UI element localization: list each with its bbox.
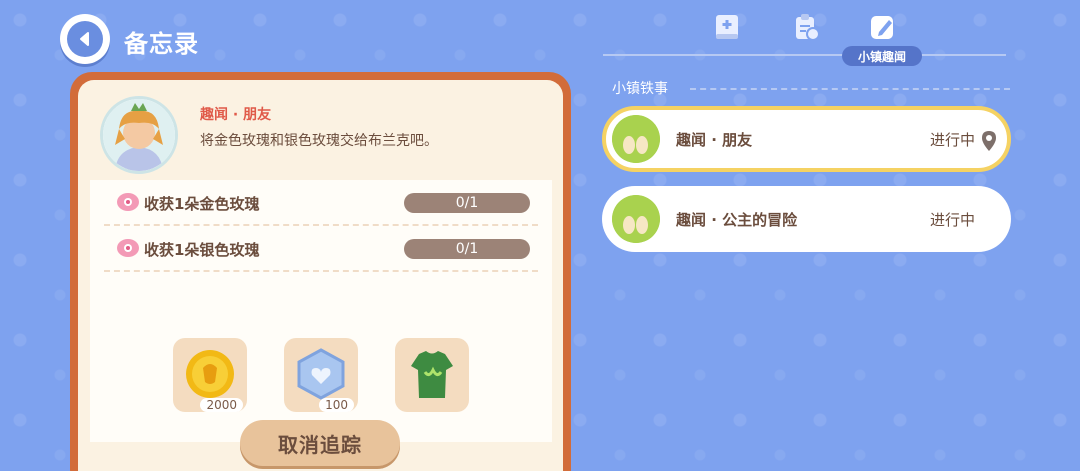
section-divider xyxy=(690,88,1010,90)
objective-label: 收获1朵银色玫瑰 xyxy=(144,241,260,259)
tab-town-news[interactable] xyxy=(868,12,898,42)
reward-count: 100 xyxy=(319,398,354,412)
rose-icon xyxy=(116,191,140,213)
quest-detail-card: 趣闻 · 朋友 将金色玫瑰和银色玫瑰交给布兰克吧。 收获1朵金色玫瑰 0/1 收… xyxy=(70,72,571,471)
quest-description: 将金色玫瑰和银色玫瑰交给布兰克吧。 xyxy=(200,133,438,149)
reward-slot[interactable]: 2000 xyxy=(173,338,247,412)
list-item-title: 趣闻 · 朋友 xyxy=(676,131,753,149)
footprint-globe-icon xyxy=(612,115,660,163)
reward-slot[interactable]: 100 xyxy=(284,338,358,412)
reward-slot[interactable] xyxy=(395,338,469,412)
list-item-status: 进行中 xyxy=(929,131,975,149)
back-button[interactable] xyxy=(60,14,110,64)
active-tab-label: 小镇趣闻 xyxy=(842,46,922,66)
tab-book-plus[interactable] xyxy=(712,12,742,42)
objective-row: 收获1朵金色玫瑰 0/1 xyxy=(104,180,538,226)
cancel-tracking-button[interactable]: 取消追踪 xyxy=(240,420,400,466)
quest-detail-panel: 趣闻 · 朋友 将金色玫瑰和银色玫瑰交给布兰克吧。 收获1朵金色玫瑰 0/1 收… xyxy=(78,80,563,471)
reward-count: 2000 xyxy=(200,398,243,412)
book-plus-icon xyxy=(716,15,738,39)
objective-row: 收获1朵银色玫瑰 0/1 xyxy=(104,226,538,272)
green-shirt-icon xyxy=(411,351,453,398)
quest-header: 趣闻 · 朋友 将金色玫瑰和银色玫瑰交给布兰克吧。 xyxy=(78,80,563,180)
footprint-globe-icon xyxy=(612,195,660,243)
npc-avatar xyxy=(100,96,178,174)
objective-progress: 0/1 xyxy=(404,239,530,259)
location-pin-icon xyxy=(981,130,997,152)
tab-underline xyxy=(603,54,1006,56)
objective-label: 收获1朵金色玫瑰 xyxy=(144,195,260,213)
clipboard-refresh-icon xyxy=(796,14,820,41)
page-title: 备忘录 xyxy=(124,30,199,58)
back-arrow-icon xyxy=(67,21,103,57)
note-edit-icon xyxy=(871,16,893,39)
quest-title: 趣闻 · 朋友 xyxy=(200,107,272,123)
list-item-status: 进行中 xyxy=(929,211,975,229)
list-item[interactable]: 趣闻 · 朋友 进行中 xyxy=(602,106,1011,172)
objective-progress: 0/1 xyxy=(404,193,530,213)
list-item-title: 趣闻 · 公主的冒险 xyxy=(676,211,798,229)
list-item[interactable]: 趣闻 · 公主的冒险 进行中 xyxy=(602,186,1011,252)
tab-clipboard[interactable] xyxy=(791,12,821,42)
section-title: 小镇铁事 xyxy=(612,81,668,97)
rose-icon xyxy=(116,237,140,259)
